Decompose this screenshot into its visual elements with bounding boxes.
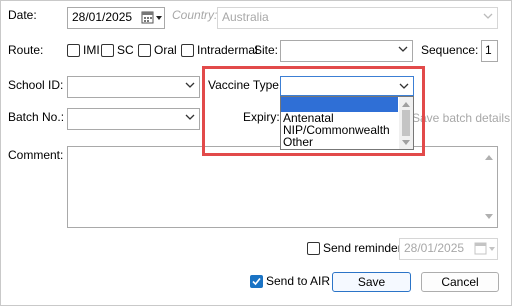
route-sc-label: SC	[117, 43, 134, 57]
route-sc-checkbox[interactable]	[101, 44, 114, 57]
vaccine-type-label: Vaccine Type:	[208, 78, 283, 92]
scroll-down-icon[interactable]	[484, 213, 494, 221]
route-imi-label: IMI	[83, 43, 100, 57]
school-id-select[interactable]	[67, 76, 200, 98]
country-label: Country:	[172, 8, 218, 22]
cancel-button[interactable]: Cancel	[421, 272, 499, 292]
sequence-label: Sequence:	[421, 43, 479, 57]
date-label: Date:	[8, 8, 37, 22]
country-select[interactable]: Australia	[217, 7, 498, 29]
vaccine-type-select[interactable]	[280, 76, 414, 96]
vaccine-type-dropdown-list: Antenatal NIP/Commonwealth Other	[280, 96, 414, 150]
country-value: Australia	[222, 10, 269, 24]
send-to-air-label: Send to AIR	[266, 274, 331, 288]
chevron-down-icon	[398, 46, 408, 52]
scroll-thumb[interactable]	[402, 110, 410, 136]
save-button[interactable]: Save	[332, 272, 411, 292]
route-intradermal-label: Intradermal	[197, 43, 258, 57]
chevron-down-icon	[185, 82, 195, 88]
route-oral-checkbox[interactable]	[138, 44, 151, 57]
sequence-value: 1	[485, 43, 492, 57]
send-reminder-checkbox[interactable]	[307, 242, 320, 255]
calendar-icon[interactable]	[141, 11, 163, 28]
batch-no-select[interactable]	[67, 108, 200, 130]
dropdown-option-blank[interactable]	[281, 97, 398, 112]
site-select[interactable]	[280, 40, 413, 62]
route-oral-label: Oral	[154, 43, 177, 57]
batch-no-label: Batch No.:	[8, 110, 65, 124]
check-icon	[252, 277, 261, 286]
route-label: Route:	[8, 43, 44, 57]
reminder-date-value: 28/01/2025	[404, 241, 465, 255]
send-to-air-checkbox[interactable]	[250, 275, 263, 288]
send-reminder-label: Send reminder	[323, 241, 402, 255]
chevron-down-icon	[483, 13, 493, 19]
date-value: 28/01/2025	[72, 10, 133, 24]
comment-textarea[interactable]	[67, 146, 498, 228]
scroll-up-icon[interactable]	[402, 101, 410, 108]
dropdown-scrollbar[interactable]	[399, 97, 413, 149]
sequence-input[interactable]: 1	[481, 40, 498, 62]
route-intradermal-checkbox[interactable]	[181, 44, 194, 57]
date-picker[interactable]: 28/01/2025	[67, 7, 165, 29]
calendar-icon	[474, 242, 496, 259]
chevron-down-icon	[185, 114, 195, 120]
comment-label: Comment:	[8, 148, 64, 162]
reminder-date-picker[interactable]: 28/01/2025	[399, 238, 498, 260]
save-batch-details-label: Save batch details	[412, 111, 511, 125]
scroll-up-icon[interactable]	[484, 153, 494, 161]
dropdown-option-other[interactable]: Other	[283, 136, 313, 149]
scroll-down-icon[interactable]	[402, 139, 410, 146]
chevron-down-icon	[399, 83, 409, 89]
comment-scrollbar[interactable]	[481, 147, 497, 227]
site-label: Site:	[254, 43, 279, 57]
school-id-label: School ID:	[8, 78, 64, 92]
route-imi-checkbox[interactable]	[67, 44, 80, 57]
